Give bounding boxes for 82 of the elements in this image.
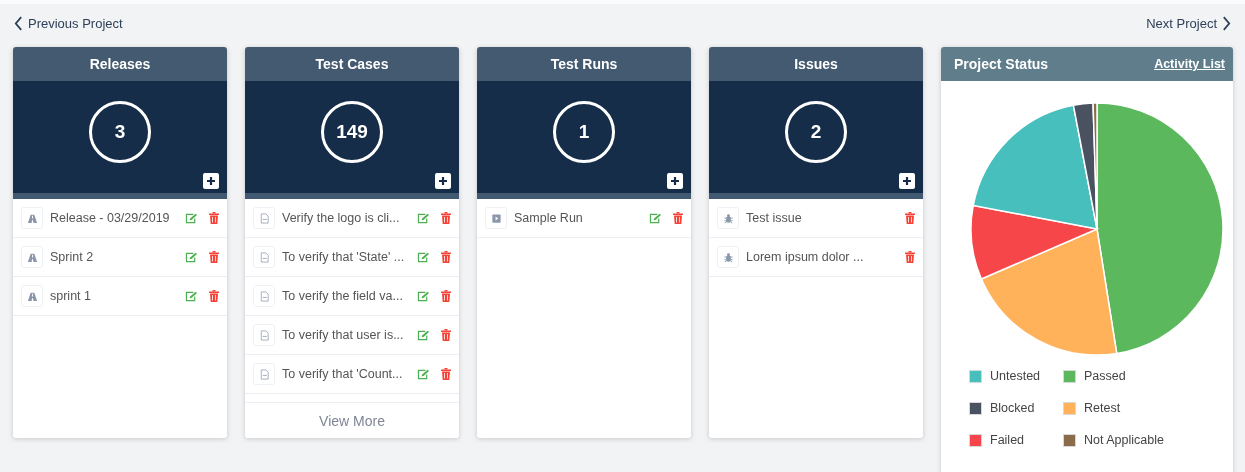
road-icon: [21, 207, 43, 229]
item-title: Lorem ipsum dolor ...: [746, 250, 865, 264]
panel-title: Test Runs: [477, 47, 691, 81]
plus-icon: [206, 176, 216, 186]
item-title: Release - 03/29/2019: [50, 211, 171, 225]
delete-icon[interactable]: [441, 368, 451, 380]
plus-icon: [902, 176, 912, 186]
plus-icon: [670, 176, 680, 186]
bug-icon: [717, 207, 739, 229]
delete-icon[interactable]: [441, 290, 451, 302]
edit-icon[interactable]: [417, 329, 430, 341]
edit-icon[interactable]: [417, 368, 430, 380]
document-icon: [253, 324, 275, 346]
add-button[interactable]: [899, 173, 915, 189]
list-item[interactable]: Sample Run: [477, 199, 691, 238]
road-icon: [21, 246, 43, 268]
count-badge: 2: [785, 101, 847, 163]
chevron-right-icon: [1222, 15, 1231, 31]
legend-label: Blocked: [990, 401, 1035, 415]
legend-label: Failed: [990, 433, 1025, 447]
document-icon: [253, 285, 275, 307]
document-icon: [253, 246, 275, 268]
delete-icon[interactable]: [441, 212, 451, 224]
next-project-link[interactable]: Next Project: [1146, 14, 1231, 32]
list-item[interactable]: Test issue: [709, 199, 923, 238]
panel-title: Test Cases: [245, 47, 459, 81]
list-item[interactable]: To verify that user is...: [245, 316, 459, 355]
item-title: sprint 1: [50, 289, 92, 303]
edit-icon[interactable]: [417, 251, 430, 263]
panel-title: Releases: [13, 47, 227, 81]
delete-icon[interactable]: [209, 212, 219, 224]
document-icon: [253, 207, 275, 229]
list-item[interactable]: sprint 1: [13, 277, 227, 316]
panel-title: Issues: [709, 47, 923, 81]
delete-icon[interactable]: [905, 212, 915, 224]
legend-label: Passed: [1084, 369, 1126, 383]
list-item[interactable]: Release - 03/29/2019: [13, 199, 227, 238]
plus-icon: [438, 176, 448, 186]
item-title: To verify that user is...: [282, 328, 405, 342]
add-button[interactable]: [435, 173, 451, 189]
document-icon: [253, 363, 275, 385]
item-title: Sample Run: [514, 211, 584, 225]
list-item[interactable]: To verify the field va...: [245, 277, 459, 316]
bug-icon: [717, 246, 739, 268]
list-item[interactable]: To verify that 'Count...: [245, 355, 459, 394]
activity-list-link[interactable]: Activity List: [1154, 57, 1225, 71]
delete-icon[interactable]: [209, 251, 219, 263]
delete-icon[interactable]: [209, 290, 219, 302]
item-title: To verify the field va...: [282, 289, 404, 303]
list-item[interactable]: To verify that 'State' ...: [245, 238, 459, 277]
count-badge: 149: [321, 101, 383, 163]
legend-label: Untested: [990, 369, 1041, 383]
delete-icon[interactable]: [673, 212, 683, 224]
legend-label: Not Applicable: [1084, 433, 1164, 447]
edit-icon[interactable]: [185, 212, 198, 224]
item-title: Sprint 2: [50, 250, 95, 264]
item-title: Test issue: [746, 211, 803, 225]
play-icon: [485, 207, 507, 229]
count-badge: 3: [89, 101, 151, 163]
edit-icon[interactable]: [649, 212, 662, 224]
legend-label: Retest: [1084, 401, 1121, 415]
edit-icon[interactable]: [417, 290, 430, 302]
delete-icon[interactable]: [441, 329, 451, 341]
delete-icon[interactable]: [441, 251, 451, 263]
add-button[interactable]: [667, 173, 683, 189]
delete-icon[interactable]: [905, 251, 915, 263]
item-title: Verify the logo is cli...: [282, 211, 401, 225]
list-item[interactable]: Verify the logo is cli...: [245, 199, 459, 238]
edit-icon[interactable]: [417, 212, 430, 224]
status-title: Project Status: [954, 56, 1049, 72]
edit-icon[interactable]: [185, 290, 198, 302]
road-icon: [21, 285, 43, 307]
list-item[interactable]: Sprint 2: [13, 238, 227, 277]
list-item[interactable]: Lorem ipsum dolor ...: [709, 238, 923, 277]
add-button[interactable]: [203, 173, 219, 189]
edit-icon[interactable]: [185, 251, 198, 263]
item-title: To verify that 'State' ...: [282, 250, 406, 264]
view-more-button[interactable]: View More: [245, 402, 459, 438]
chevron-left-icon: [14, 15, 23, 31]
item-title: To verify that 'Count...: [282, 367, 404, 381]
previous-project-link[interactable]: Previous Project: [14, 14, 123, 32]
count-badge: 1: [553, 101, 615, 163]
